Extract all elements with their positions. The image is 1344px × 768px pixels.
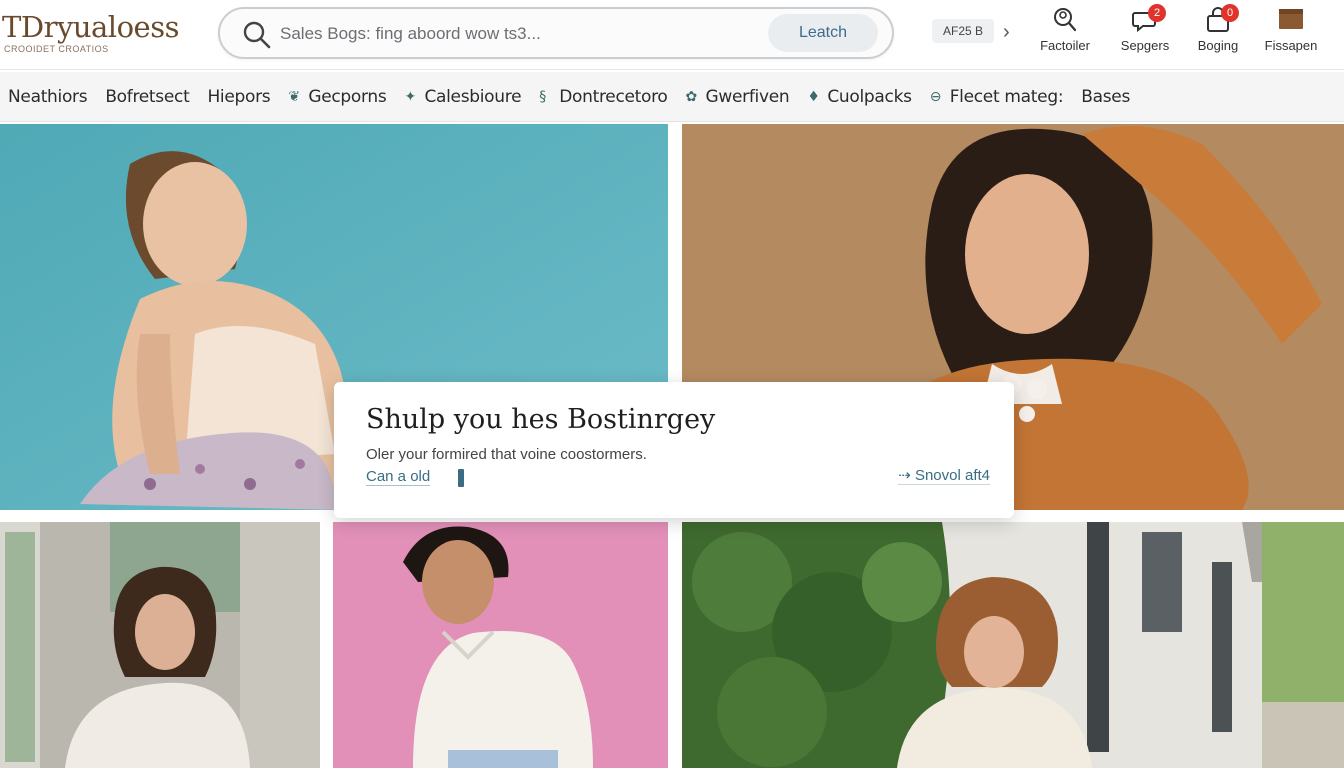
locale-selector[interactable]: AF25 B [932,19,994,43]
search-icon [243,21,271,49]
chat-icon-wrap: 2 [1130,4,1166,34]
category-bofretsect[interactable]: Bofretsect [105,72,207,122]
category-label: Bases [1081,86,1131,107]
search-input[interactable] [280,19,820,49]
header-icon-label: Sepgers [1120,38,1170,53]
search-button[interactable]: Leatch [768,14,878,52]
top-header: TDryualoess CROOIDET CROATIOS Leatch AF2… [0,0,1344,70]
header-icon-factoiler[interactable]: Factoiler [1030,6,1100,62]
star-icon: ✦ [404,88,416,105]
category-label: Dontrecetoro [559,86,668,107]
search-person-icon [1054,8,1077,32]
category-label: Gecporns [308,86,387,107]
cart-badge: 0 [1221,4,1239,22]
brand-tagline: CROOIDET CROATIOS [4,44,109,54]
category-label: Neathiors [8,86,88,107]
header-icon-label: Boging [1197,38,1239,53]
flower-icon: ✿ [685,88,698,105]
brand-logo[interactable]: TDryualoess CROOIDET CROATIOS [0,6,200,62]
category-label: Flecet mateg: [949,86,1064,107]
category-label: Calesbioure [424,86,522,107]
category-cuolpacks[interactable]: ♦ Cuolpacks [807,72,929,122]
category-hiepors[interactable]: Hiepors [207,72,288,122]
category-label: Cuolpacks [827,86,912,107]
tag-icon: § [539,88,546,105]
text-cursor-icon [458,469,464,487]
promo-card: Shulp you hes Bostinrgey Oler your formi… [334,382,1014,518]
promo-title: Shulp you hes Bostinrgey [366,404,716,435]
notification-badge: 2 [1148,4,1166,22]
chevron-right-icon[interactable]: › [1003,20,1010,44]
category-label: Gwerfiven [705,86,790,107]
photo-woman-window-image [0,522,320,768]
category-neathiors[interactable]: Neathiors [8,72,105,122]
header-icon-fissapen[interactable]: Fissapen [1256,6,1326,62]
category-label: Bofretsect [105,86,190,107]
category-calesbioure[interactable]: ✦ Calesbioure [404,72,539,122]
category-flecet-mateg[interactable]: ⊖ Flecet mateg: [930,72,1082,122]
category-label: Hiepors [207,86,271,107]
bag-icon-wrap: 0 [1203,4,1239,34]
leaf-icon: ❦ [288,88,300,105]
header-icon-label: Fissapen [1264,38,1318,53]
brand-logo-text: TDryualoess [2,10,179,44]
photo-man-pink-image [333,522,668,768]
category-gecporns[interactable]: ❦ Gecporns [288,72,404,122]
promo-subtitle: Oler your formired that voine coostormer… [366,446,647,463]
photo-woman-outdoor-image [682,522,1344,768]
category-nav: Neathiors Bofretsect Hiepors ❦ Gecporns ✦… [0,72,1344,122]
box-icon [1279,9,1303,29]
category-dontrecetoro[interactable]: § Dontrecetoro [539,72,685,122]
photo-woman-window[interactable] [0,522,320,768]
photo-woman-outdoor[interactable] [682,522,1344,768]
category-gwerfiven[interactable]: ✿ Gwerfiven [686,72,808,122]
header-icon-label: Factoiler [1040,38,1090,53]
drop-icon: ♦ [807,88,820,105]
circle-icon: ⊖ [929,88,942,105]
header-icon-sepgers[interactable]: 2 Sepgers [1110,4,1180,62]
search-bar: Leatch [218,7,894,59]
category-bases[interactable]: Bases [1081,72,1148,122]
promo-more-link[interactable]: ⇢ Snovol aft4 [898,466,990,485]
header-icon-boging[interactable]: 0 Boging [1186,4,1250,62]
photo-man-pink[interactable] [333,522,668,768]
promo-link[interactable]: Can a old [366,468,431,486]
